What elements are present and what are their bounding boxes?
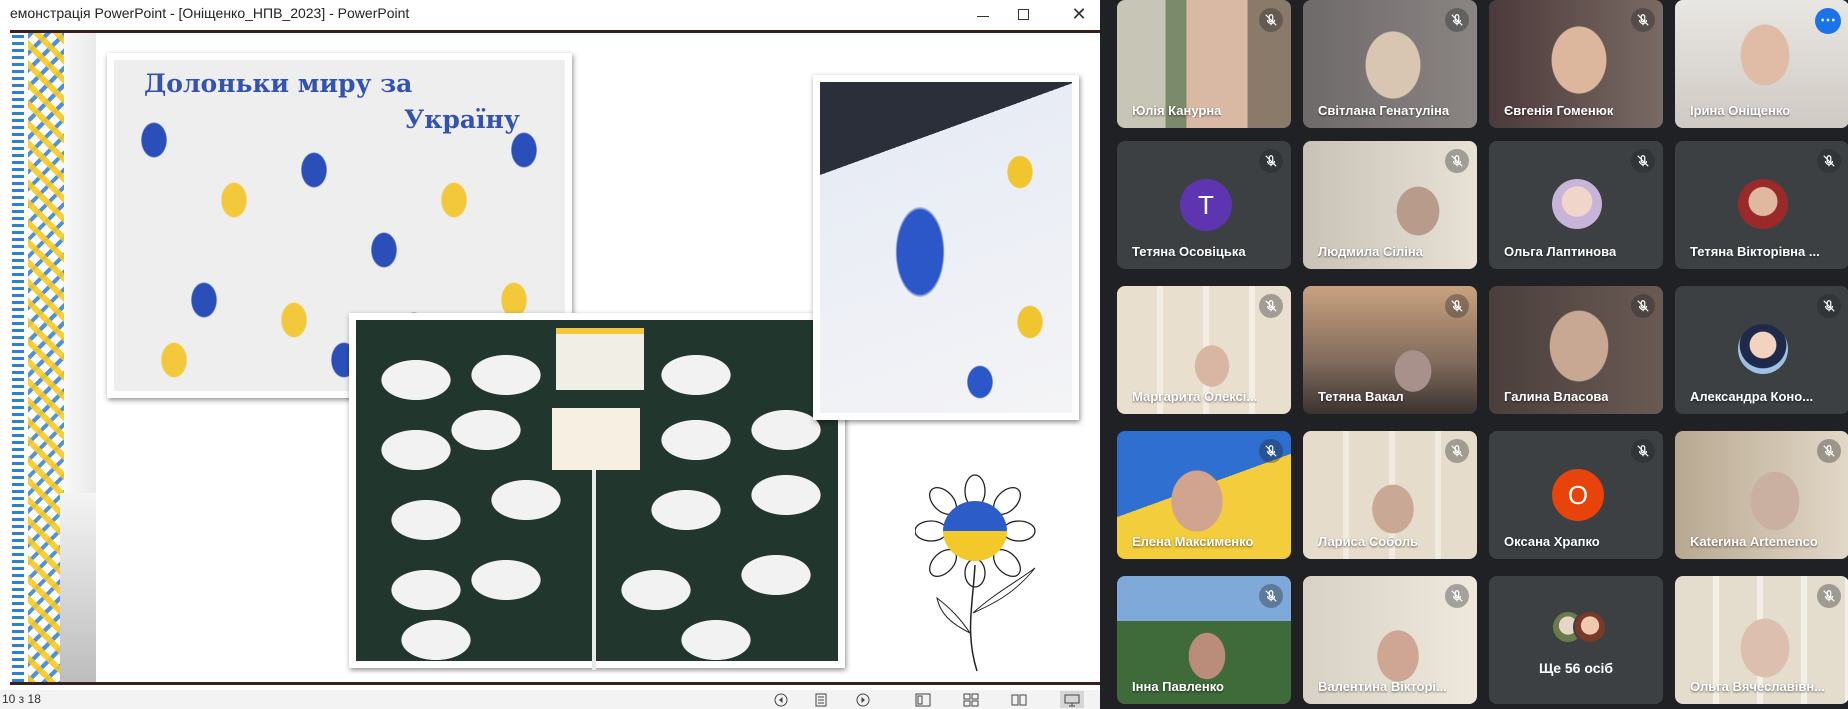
poster bbox=[556, 328, 644, 390]
powerpoint-window: емонстрація PowerPoint - [Оніщенко_НПВ_2… bbox=[0, 0, 1100, 709]
more-participants-avatars bbox=[1551, 610, 1611, 644]
mic-off-icon bbox=[1631, 294, 1655, 318]
participant-tile[interactable]: Тетяна Вакал bbox=[1303, 286, 1477, 414]
mic-off-icon bbox=[1445, 294, 1469, 318]
mic-off-icon bbox=[1259, 584, 1283, 608]
normal-view-button[interactable] bbox=[914, 691, 932, 708]
mic-off-icon bbox=[1817, 149, 1841, 173]
maximize-icon bbox=[1017, 8, 1029, 20]
participant-tile[interactable]: Інна Павленко bbox=[1117, 576, 1291, 704]
participant-tile[interactable]: Юлія Канурна bbox=[1117, 0, 1291, 128]
participant-name: Валентина Вікторі... bbox=[1318, 679, 1447, 694]
participant-name: Тетяна Осовіцька bbox=[1132, 244, 1246, 259]
participant-name: Тетяна Вакал bbox=[1318, 389, 1404, 404]
mic-off-icon bbox=[1259, 149, 1283, 173]
previous-slide-button[interactable] bbox=[772, 691, 790, 708]
mic-off-icon bbox=[1445, 584, 1469, 608]
participant-tile[interactable]: Лариса Соболь bbox=[1303, 431, 1477, 559]
participant-tile-active-speaker[interactable]: ⋯ Ірина Оніщенко bbox=[1675, 0, 1848, 128]
grid-icon bbox=[963, 693, 979, 706]
participant-name: Ірина Оніщенко bbox=[1690, 103, 1791, 118]
participant-name: Маргарита Олексі... bbox=[1132, 389, 1258, 404]
slideshow-icon bbox=[1064, 694, 1080, 706]
participant-tile[interactable]: Євгенія Гоменюк bbox=[1489, 0, 1663, 128]
mic-off-icon bbox=[1445, 439, 1469, 463]
avatar bbox=[1552, 179, 1602, 229]
normal-view-icon bbox=[915, 693, 931, 706]
participant-name: Галина Власова bbox=[1504, 389, 1609, 404]
participant-tile[interactable]: Katerина Artemenco bbox=[1675, 431, 1848, 559]
participant-tile[interactable]: Людмила Сіліна bbox=[1303, 141, 1477, 269]
participant-name: Інна Павленко bbox=[1132, 679, 1224, 694]
slideshow-status-bar: 10 з 18 bbox=[0, 690, 1100, 709]
participant-tile[interactable]: Елена Максименко bbox=[1117, 431, 1291, 559]
slide-bottom-border bbox=[10, 682, 1100, 685]
mic-off-icon bbox=[1631, 149, 1655, 173]
more-participants-tile[interactable]: Ще 56 осіб bbox=[1489, 576, 1663, 704]
slide-sorter-button[interactable] bbox=[962, 691, 980, 708]
poster bbox=[552, 408, 640, 470]
participant-name: Ольга Лаптинова bbox=[1504, 244, 1617, 259]
participant-name: Світлана Генатуліна bbox=[1318, 103, 1450, 118]
mic-off-icon bbox=[1259, 439, 1283, 463]
next-slide-button[interactable] bbox=[854, 691, 872, 708]
mic-off-icon bbox=[1817, 294, 1841, 318]
more-options-icon[interactable]: ⋯ bbox=[1815, 8, 1841, 34]
mic-off-icon bbox=[1445, 8, 1469, 32]
notes-icon bbox=[815, 693, 827, 706]
mic-off-icon bbox=[1817, 439, 1841, 463]
participant-name: Оксана Храпко bbox=[1504, 534, 1600, 549]
next-icon bbox=[856, 693, 870, 706]
participant-name: Елена Максименко bbox=[1132, 534, 1254, 549]
participant-name: Тетяна Вікторівна ... bbox=[1690, 244, 1820, 259]
more-participants-label: Ще 56 осіб bbox=[1538, 660, 1614, 676]
sunflower-drawing bbox=[915, 474, 1036, 672]
clouds-board-photo bbox=[349, 313, 845, 670]
embroidery-ornament bbox=[10, 33, 96, 682]
participant-tile[interactable]: Світлана Генатуліна bbox=[1303, 0, 1477, 128]
participant-tile[interactable]: Валентина Вікторі... bbox=[1303, 576, 1477, 704]
slide-counter: 10 з 18 bbox=[2, 692, 41, 706]
avatar bbox=[1738, 179, 1788, 229]
minimize-icon bbox=[977, 15, 989, 17]
window-title: емонстрація PowerPoint - [Оніщенко_НПВ_2… bbox=[10, 5, 410, 21]
maximize-button[interactable] bbox=[1000, 0, 1046, 28]
participant-name: Лариса Соболь bbox=[1318, 534, 1419, 549]
previous-icon bbox=[774, 693, 788, 706]
slideshow-button[interactable] bbox=[1060, 691, 1084, 708]
close-icon: ✕ bbox=[1071, 4, 1087, 24]
avatar: T bbox=[1180, 179, 1232, 231]
mic-off-icon bbox=[1631, 8, 1655, 32]
close-button[interactable]: ✕ bbox=[1056, 0, 1102, 28]
participant-name: Євгенія Гоменюк bbox=[1504, 103, 1614, 118]
notes-button[interactable] bbox=[812, 691, 830, 708]
participant-tile[interactable]: Маргарита Олексі... bbox=[1117, 286, 1291, 414]
painted-hand-photo bbox=[813, 75, 1079, 420]
mic-off-icon bbox=[1259, 294, 1283, 318]
participant-tile[interactable]: T Тетяна Осовіцька bbox=[1117, 141, 1291, 269]
participant-tile[interactable]: Александра Коно... bbox=[1675, 286, 1848, 414]
participant-tile[interactable]: Ольга Вячеславівн... bbox=[1675, 576, 1848, 704]
book-icon bbox=[1011, 694, 1027, 705]
mic-off-icon bbox=[1817, 584, 1841, 608]
participant-name: Александра Коно... bbox=[1690, 389, 1814, 404]
participant-tile[interactable]: Ольга Лаптинова bbox=[1489, 141, 1663, 269]
slide-caption: Долоньки миру за Україну bbox=[144, 69, 520, 134]
slide[interactable]: Долоньки миру за Україну bbox=[10, 33, 1100, 682]
mic-off-icon bbox=[1445, 149, 1469, 173]
reading-view-button[interactable] bbox=[1010, 691, 1028, 708]
participant-name: Юлія Канурна bbox=[1132, 103, 1222, 118]
mic-off-icon bbox=[1259, 8, 1283, 32]
mic-off-icon bbox=[1631, 439, 1655, 463]
participant-name: Ольга Вячеславівн... bbox=[1690, 679, 1826, 694]
participant-name: Katerина Artemenco bbox=[1690, 534, 1818, 549]
avatar: O bbox=[1552, 469, 1604, 521]
participant-tile[interactable]: Тетяна Вікторівна ... bbox=[1675, 141, 1848, 269]
participant-tile[interactable]: O Оксана Храпко bbox=[1489, 431, 1663, 559]
avatar bbox=[1738, 324, 1788, 374]
avatar bbox=[1573, 610, 1607, 644]
participant-tile[interactable]: Галина Власова bbox=[1489, 286, 1663, 414]
window-titlebar: емонстрація PowerPoint - [Оніщенко_НПВ_2… bbox=[0, 0, 1100, 28]
participant-name: Людмила Сіліна bbox=[1318, 244, 1423, 259]
